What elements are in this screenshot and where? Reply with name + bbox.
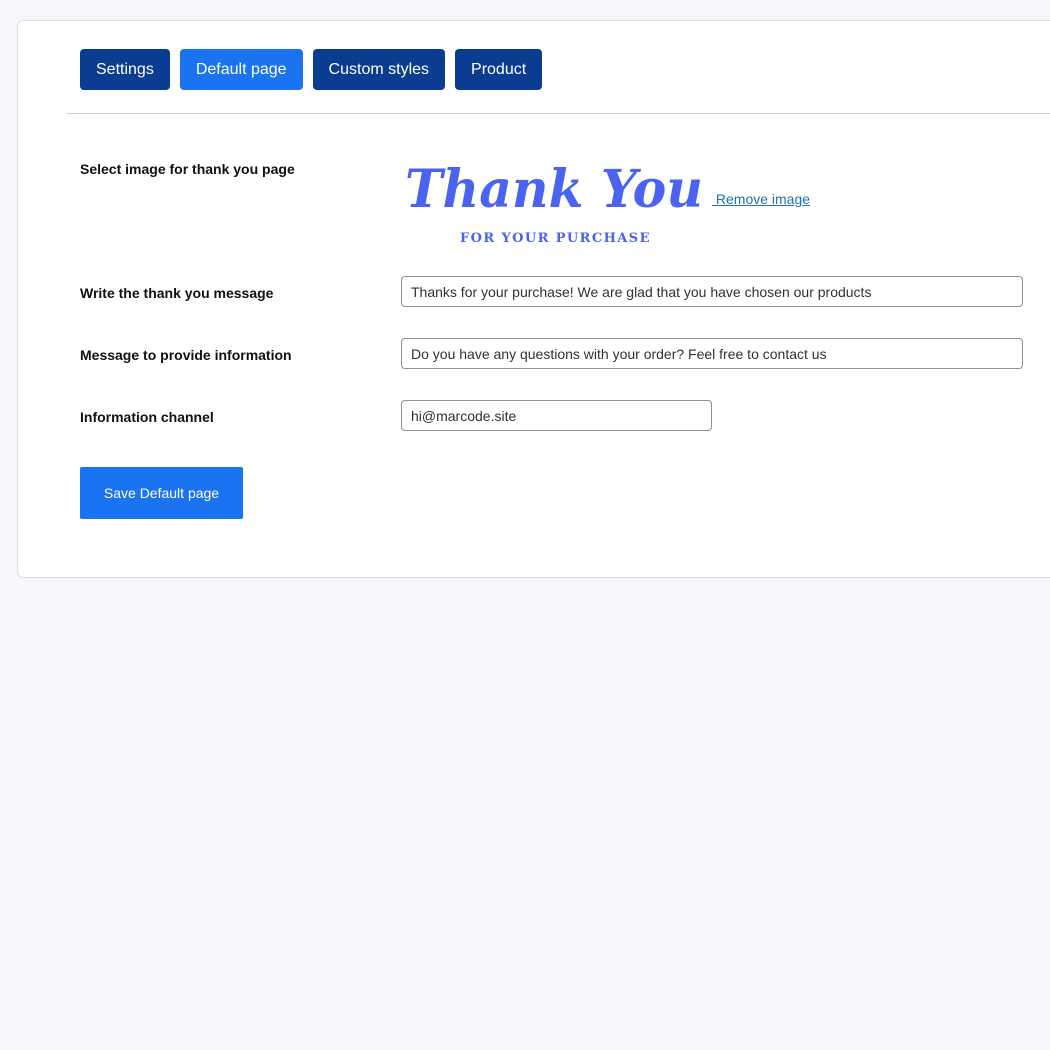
image-label: Select image for thank you page <box>80 161 295 177</box>
tab-settings[interactable]: Settings <box>80 49 170 90</box>
information-channel-input[interactable] <box>401 400 712 431</box>
thank-you-image: Thank You FOR YOUR PURCHASE <box>405 159 703 246</box>
tab-product[interactable]: Product <box>455 49 543 90</box>
message-label: Write the thank you message <box>80 285 274 301</box>
tab-default-page[interactable]: Default page <box>179 49 303 90</box>
tab-bar: Settings Default page Custom styles Prod… <box>80 49 552 90</box>
thank-you-image-title: Thank You <box>405 159 703 220</box>
thank-you-image-subtitle: FOR YOUR PURCHASE <box>460 231 651 246</box>
tab-divider <box>67 113 1050 114</box>
remove-image-link[interactable]: Remove image <box>712 191 810 207</box>
info-message-input[interactable] <box>401 338 1023 369</box>
save-default-page-button[interactable]: Save Default page <box>80 467 243 519</box>
thank-you-message-input[interactable] <box>401 276 1023 307</box>
channel-label: Information channel <box>80 409 214 425</box>
info-label: Message to provide information <box>80 347 292 363</box>
tab-custom-styles[interactable]: Custom styles <box>312 49 446 90</box>
settings-card: Settings Default page Custom styles Prod… <box>17 20 1050 578</box>
